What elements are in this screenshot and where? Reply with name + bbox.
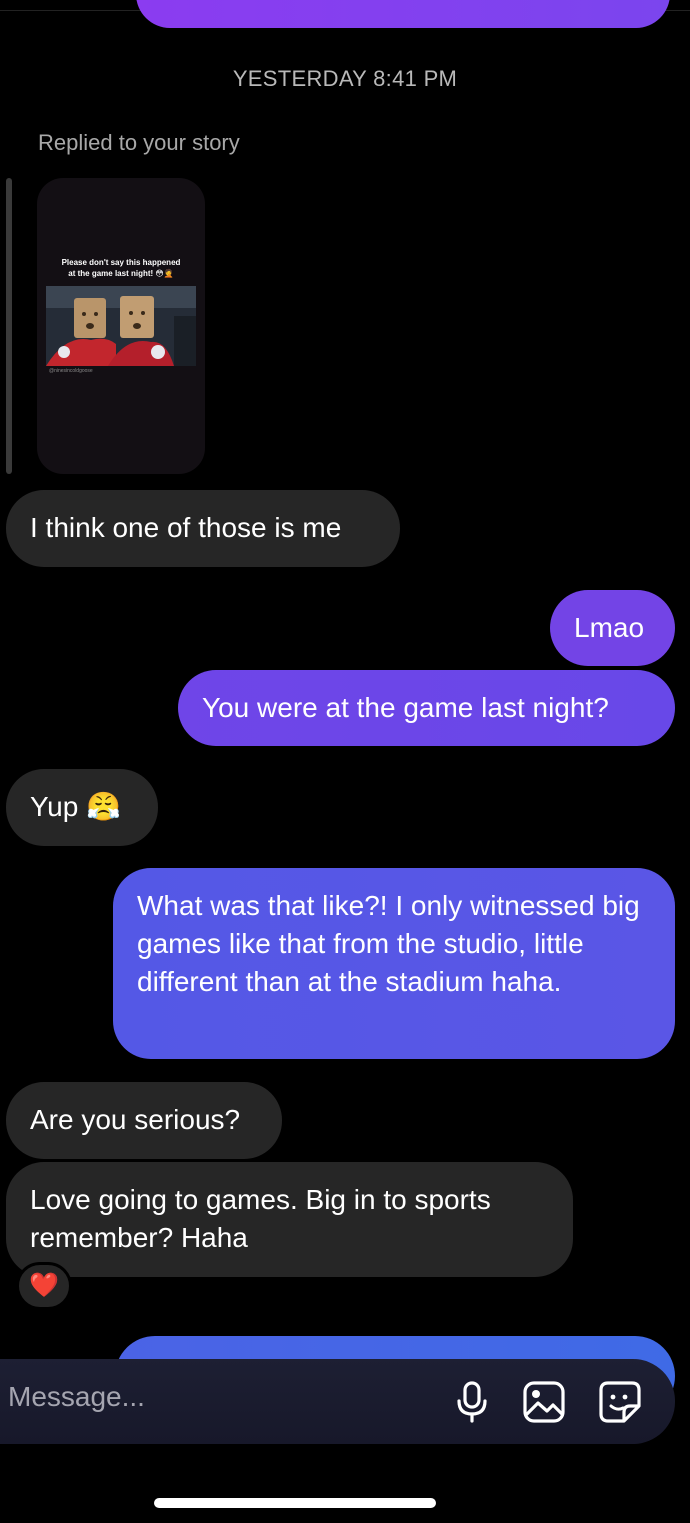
gallery-icon[interactable]: [521, 1379, 567, 1425]
story-photo: [46, 286, 196, 366]
microphone-icon[interactable]: [449, 1379, 495, 1425]
incoming-message[interactable]: I think one of those is me: [6, 490, 400, 567]
message-composer[interactable]: Message...: [0, 1359, 675, 1444]
story-caption-line1: Please don't say this happened: [61, 258, 181, 267]
story-caption-line2: at the game last night! 😳🤦: [68, 269, 174, 278]
incoming-message[interactable]: Are you serious?: [6, 1082, 282, 1159]
story-credit: @ninesincoldgoose: [49, 368, 93, 374]
story-caption: Please don't say this happened at the ga…: [45, 257, 197, 279]
heart-reaction-emoji: ❤️: [29, 1272, 59, 1299]
outgoing-message[interactable]: Lmao: [550, 590, 675, 666]
reply-indicator-bar: [6, 178, 12, 474]
outgoing-message[interactable]: What was that like?! I only witnessed bi…: [113, 868, 675, 1059]
message-timestamp: YESTERDAY 8:41 PM: [232, 66, 458, 91]
sticker-icon[interactable]: [597, 1379, 643, 1425]
bag-fans-image: [46, 286, 196, 366]
message-input[interactable]: Message...: [8, 1381, 145, 1413]
incoming-message[interactable]: Love going to games. Big in to sports re…: [6, 1162, 573, 1277]
story-thumbnail[interactable]: Please don't say this happened at the ga…: [37, 178, 205, 474]
heart-reaction[interactable]: ❤️: [16, 1262, 72, 1310]
home-indicator[interactable]: [154, 1498, 436, 1508]
incoming-message[interactable]: Yup 😤: [6, 769, 158, 846]
outgoing-message[interactable]: You were at the game last night?: [178, 670, 675, 746]
outgoing-bubble-partial-top[interactable]: [136, 0, 670, 28]
story-reply-label: Replied to your story: [38, 130, 240, 155]
